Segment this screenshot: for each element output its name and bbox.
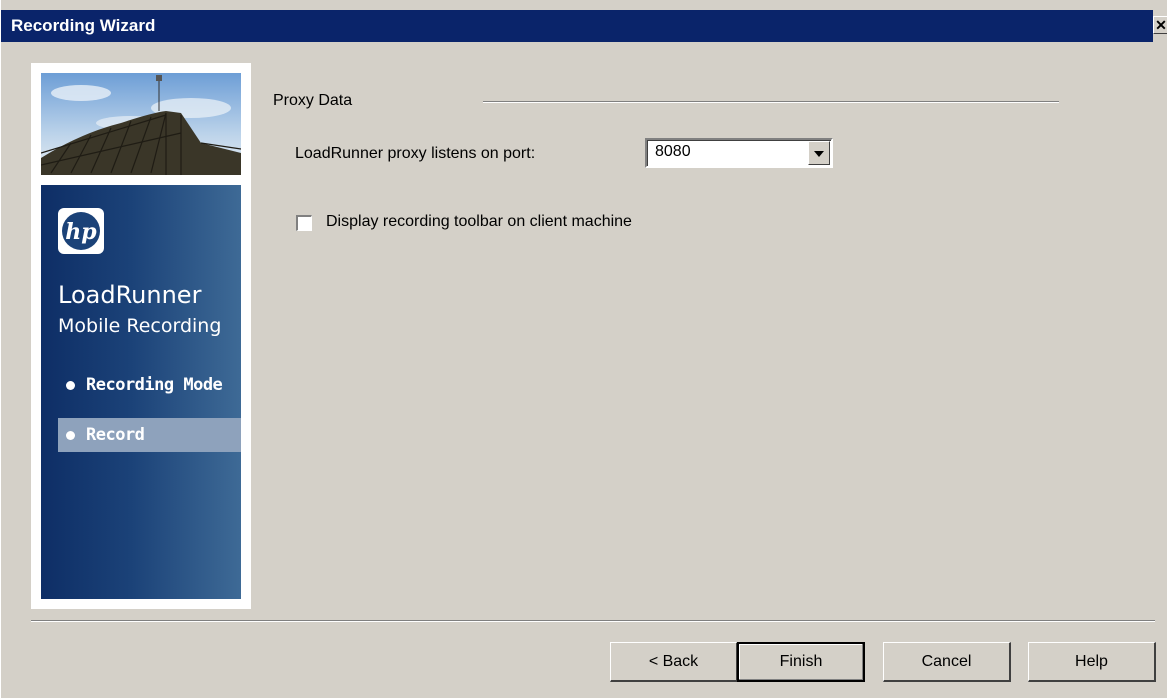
close-button[interactable]: ✕ [1153,16,1167,34]
recording-wizard-window: Recording Wizard ✕ hp LoadRunner Mobile … [0,0,1167,698]
port-dropdown-button[interactable] [808,141,830,165]
close-icon: ✕ [1155,17,1167,33]
wizard-banner: hp LoadRunner Mobile Recording Recording… [31,63,251,609]
title-bar: Recording Wizard ✕ [1,0,1167,42]
proxy-port-label: LoadRunner proxy listens on port: [295,145,536,162]
chevron-down-icon [814,151,824,157]
step-recording-mode: Recording Mode [58,368,241,402]
step-label: Recording Mode [86,375,223,395]
proxy-port-value[interactable]: 8080 [655,143,691,161]
title-bar-fill [1,10,1153,42]
banner-steps-panel: hp LoadRunner Mobile Recording Recording… [41,185,241,599]
step-bullet-icon [66,431,75,440]
group-divider [483,101,1059,103]
step-bullet-icon [66,381,75,390]
hp-logo: hp [58,208,104,254]
svg-text:hp: hp [65,219,97,245]
back-button[interactable]: < Back [610,642,738,682]
step-record: Record [58,418,241,452]
help-button[interactable]: Help [1028,642,1156,682]
product-name: LoadRunner [58,281,202,309]
window-title: Recording Wizard [11,16,156,35]
display-toolbar-label[interactable]: Display recording toolbar on client mach… [326,213,632,231]
cancel-button[interactable]: Cancel [883,642,1011,682]
roller-coaster-image [41,73,241,175]
display-toolbar-checkbox[interactable] [296,215,312,231]
proxy-data-group-label: Proxy Data [273,92,353,109]
roller-coaster-photo [41,73,241,175]
finish-button[interactable]: Finish [737,642,865,682]
footer-divider [31,620,1155,622]
hp-logo-icon: hp [58,208,104,254]
proxy-port-combobox[interactable]: 8080 [645,138,833,168]
step-label: Record [86,425,145,445]
product-subtitle: Mobile Recording [58,315,222,337]
